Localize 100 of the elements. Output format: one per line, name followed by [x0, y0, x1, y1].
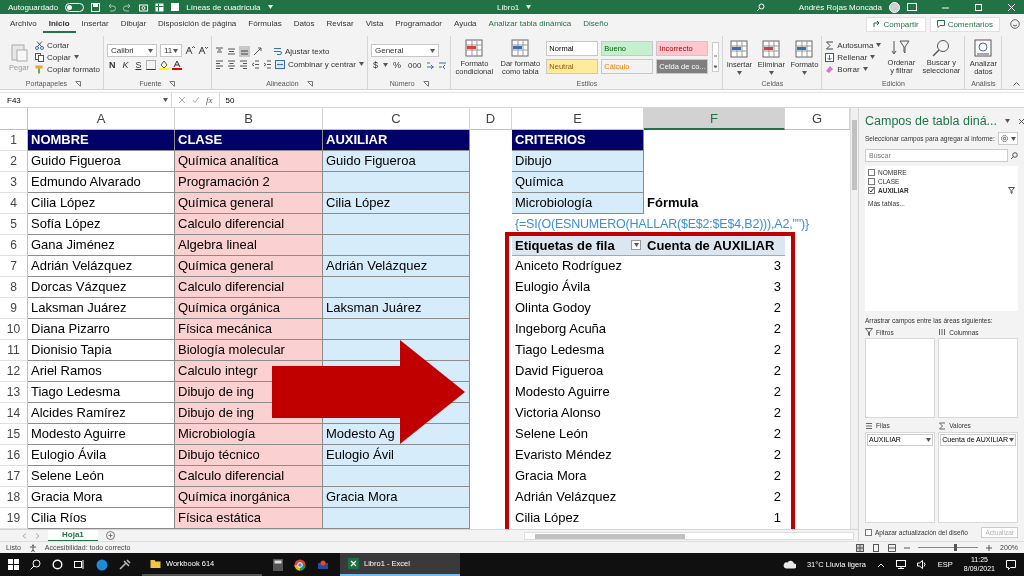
column-header[interactable]: D	[470, 108, 512, 130]
fill-button[interactable]: Rellenar	[825, 52, 882, 62]
tools-icon[interactable]	[119, 558, 131, 571]
save-icon[interactable]	[91, 2, 101, 12]
dialog-launcher-icon[interactable]	[169, 80, 176, 87]
settings-button[interactable]	[997, 132, 1018, 145]
network-icon[interactable]	[895, 560, 906, 569]
collapse-ribbon-icon[interactable]	[1013, 81, 1020, 86]
ribbon-tab[interactable]: Fórmulas	[242, 15, 288, 33]
edge-icon[interactable]	[96, 558, 108, 571]
font-size-select[interactable]: 11	[159, 44, 182, 57]
align-bottom-icon[interactable]	[238, 45, 250, 57]
row-number[interactable]: 19	[0, 508, 28, 529]
format-painter-button[interactable]: Copiar formato	[35, 64, 100, 74]
underline-button[interactable]: S	[133, 60, 144, 70]
align-center-icon[interactable]	[226, 59, 236, 69]
currency-button[interactable]: $	[370, 60, 380, 70]
normal-view-icon[interactable]	[856, 543, 865, 552]
column-header[interactable]: G	[785, 108, 850, 130]
borders-icon[interactable]	[146, 60, 157, 70]
field-checkbox[interactable]	[868, 169, 875, 176]
ribbon-display-icon[interactable]	[907, 3, 917, 11]
field-checkbox[interactable]	[868, 178, 875, 185]
horizontal-scrollbar[interactable]	[524, 531, 854, 540]
row-number[interactable]: 13	[0, 382, 28, 403]
ribbon-tab[interactable]: Inicio	[42, 15, 76, 33]
insert-function-button[interactable]: fx	[206, 95, 213, 105]
filter-icon[interactable]	[1008, 187, 1015, 194]
camera-icon[interactable]	[139, 2, 149, 12]
ribbon-tab[interactable]: Analizar tabla dinámica	[482, 15, 578, 33]
ribbon-tab[interactable]: Datos	[287, 15, 321, 33]
redo-icon[interactable]	[123, 2, 133, 12]
align-left-icon[interactable]	[214, 59, 224, 69]
wrap-text-button[interactable]: Ajustar texto	[272, 46, 330, 56]
notification-icon[interactable]	[1006, 559, 1016, 570]
page-break-icon[interactable]	[888, 543, 897, 552]
page-layout-icon[interactable]	[872, 543, 881, 552]
clear-button[interactable]: Borrar	[825, 64, 882, 74]
row-number[interactable]: 5	[0, 214, 28, 235]
column-header[interactable]: E	[512, 108, 644, 130]
column-header[interactable]: F	[644, 108, 785, 130]
italic-button[interactable]: K	[120, 60, 131, 70]
share-button[interactable]: Compartir	[865, 16, 926, 32]
app-icon[interactable]	[317, 558, 329, 571]
chevron-up-icon[interactable]	[876, 561, 885, 568]
row-number[interactable]: 4	[0, 193, 28, 214]
filter-dropdown-icon[interactable]	[631, 240, 641, 250]
cortana-icon[interactable]	[52, 559, 63, 570]
name-box[interactable]: F43	[4, 93, 172, 107]
percent-button[interactable]: %	[390, 60, 403, 70]
restore-icon[interactable]	[974, 2, 983, 12]
font-color-icon[interactable]	[172, 60, 183, 70]
column-header[interactable]: C	[323, 108, 470, 130]
increase-decimal-icon[interactable]	[426, 60, 436, 70]
dialog-launcher-icon[interactable]	[306, 80, 313, 87]
ribbon-tab[interactable]: Ayuda	[448, 15, 483, 33]
dialog-launcher-icon[interactable]	[422, 80, 429, 87]
merge-center-button[interactable]: Combinar y centrar	[274, 59, 364, 69]
row-number[interactable]: 3	[0, 172, 28, 193]
row-number[interactable]: 15	[0, 424, 28, 445]
row-number[interactable]: 11	[0, 340, 28, 361]
ribbon-tab[interactable]: Diseño	[577, 15, 615, 33]
table-icon[interactable]	[155, 2, 165, 12]
row-number[interactable]: 10	[0, 319, 28, 340]
row-number[interactable]: 8	[0, 277, 28, 298]
speaker-icon[interactable]	[916, 560, 927, 569]
gridlines-checkbox[interactable]	[171, 3, 180, 11]
align-right-icon[interactable]	[238, 59, 248, 69]
undo-icon[interactable]	[107, 2, 117, 12]
row-number[interactable]: 17	[0, 466, 28, 487]
column-header[interactable]: B	[175, 108, 323, 130]
increase-indent-icon[interactable]	[262, 59, 272, 69]
ribbon-tab[interactable]: Vista	[359, 15, 390, 33]
row-number[interactable]: 7	[0, 256, 28, 277]
column-header[interactable]: A	[28, 108, 175, 130]
ribbon-tab[interactable]: Revisar	[320, 15, 360, 33]
calculator-icon[interactable]	[273, 558, 283, 571]
task-view-icon[interactable]	[74, 559, 85, 570]
vertical-scrollbar[interactable]	[850, 108, 858, 529]
row-number[interactable]: 14	[0, 403, 28, 424]
row-number[interactable]: 6	[0, 235, 28, 256]
autosum-button[interactable]: Autosuma	[825, 40, 882, 50]
number-format-select[interactable]: General	[370, 44, 439, 57]
close-icon[interactable]	[1018, 117, 1024, 125]
cut-button[interactable]: Cortar	[35, 40, 100, 50]
chrome-icon[interactable]	[294, 558, 306, 571]
ribbon-tab[interactable]: Disposición de página	[152, 15, 243, 33]
start-icon[interactable]	[8, 559, 19, 570]
defer-checkbox[interactable]	[865, 529, 872, 536]
dialog-launcher-icon[interactable]	[75, 80, 82, 87]
thousands-button[interactable]: 000	[406, 60, 424, 70]
orientation-icon[interactable]	[252, 46, 263, 56]
search-icon[interactable]	[30, 559, 41, 570]
row-number[interactable]: 12	[0, 361, 28, 382]
decrease-decimal-icon[interactable]	[438, 60, 448, 70]
formula-input[interactable]: 50	[218, 93, 1020, 107]
align-middle-icon[interactable]	[226, 46, 236, 56]
ribbon-tab[interactable]: Archivo	[4, 15, 43, 33]
row-number[interactable]: 16	[0, 445, 28, 466]
sheet-tab[interactable]: Hoja1	[48, 529, 98, 542]
